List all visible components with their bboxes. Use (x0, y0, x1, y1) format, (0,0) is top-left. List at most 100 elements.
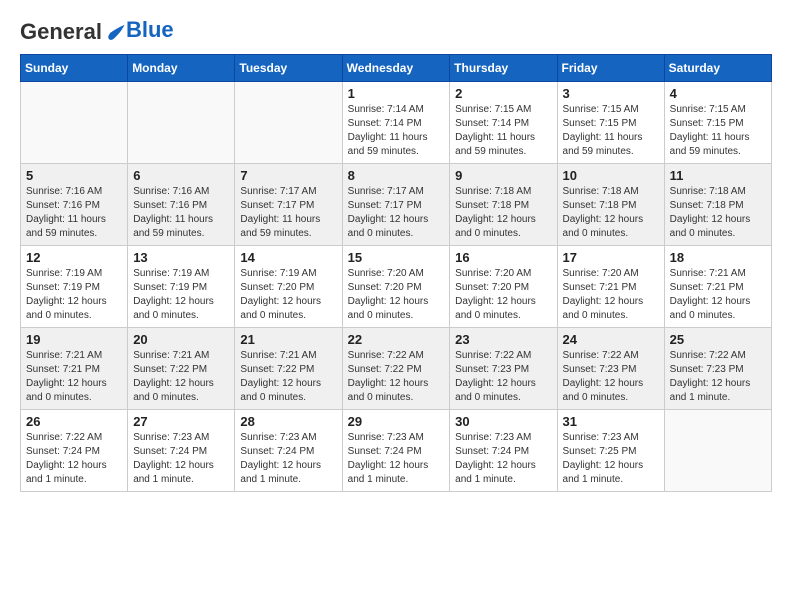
day-info: Sunrise: 7:22 AM Sunset: 7:23 PM Dayligh… (455, 349, 551, 405)
day-info: Sunrise: 7:23 AM Sunset: 7:25 PM Dayligh… (563, 431, 659, 487)
calendar-cell: 29 Sunrise: 7:23 AM Sunset: 7:24 PM Dayli… (342, 410, 450, 492)
calendar-cell (128, 82, 235, 164)
day-info: Sunrise: 7:18 AM Sunset: 7:18 PM Dayligh… (670, 185, 766, 241)
day-number: 16 (455, 250, 551, 265)
header-wednesday: Wednesday (342, 55, 450, 82)
day-info: Sunrise: 7:17 AM Sunset: 7:17 PM Dayligh… (348, 185, 445, 241)
header-thursday: Thursday (450, 55, 557, 82)
day-number: 7 (240, 168, 336, 183)
day-number: 18 (670, 250, 766, 265)
calendar-cell: 17Sunrise: 7:20 AM Sunset: 7:21 PM Dayli… (557, 246, 664, 328)
day-info: Sunrise: 7:16 AM Sunset: 7:16 PM Dayligh… (133, 185, 229, 241)
day-number: 11 (670, 168, 766, 183)
day-number: 15 (348, 250, 445, 265)
day-number: 6 (133, 168, 229, 183)
calendar-cell: 14 Sunrise: 7:19 AM Sunset: 7:20 PM Dayli… (235, 246, 342, 328)
day-info: Sunrise: 7:21 AM Sunset: 7:21 PM Dayligh… (670, 267, 766, 323)
calendar-cell: 1Sunrise: 7:14 AM Sunset: 7:14 PM Daylig… (342, 82, 450, 164)
day-info: Sunrise: 7:21 AM Sunset: 7:22 PM Dayligh… (240, 349, 336, 405)
day-info: Sunrise: 7:17 AM Sunset: 7:17 PM Dayligh… (240, 185, 336, 241)
day-info: Sunrise: 7:16 AM Sunset: 7:16 PM Dayligh… (26, 185, 122, 241)
day-number: 21 (240, 332, 336, 347)
day-number: 9 (455, 168, 551, 183)
calendar-cell: 23Sunrise: 7:22 AM Sunset: 7:23 PM Dayli… (450, 328, 557, 410)
day-number: 20 (133, 332, 229, 347)
calendar-cell: 16 Sunrise: 7:20 AM Sunset: 7:20 PM Dayli… (450, 246, 557, 328)
day-info: Sunrise: 7:23 AM Sunset: 7:24 PM Dayligh… (133, 431, 229, 487)
day-number: 10 (563, 168, 659, 183)
calendar-cell (664, 410, 771, 492)
logo-general: General (20, 19, 102, 44)
day-number: 13 (133, 250, 229, 265)
day-info: Sunrise: 7:19 AM Sunset: 7:20 PM Dayligh… (240, 267, 336, 323)
day-number: 25 (670, 332, 766, 347)
day-info: Sunrise: 7:23 AM Sunset: 7:24 PM Dayligh… (455, 431, 551, 487)
calendar-cell: 27 Sunrise: 7:23 AM Sunset: 7:24 PM Dayli… (128, 410, 235, 492)
calendar-cell: 19 Sunrise: 7:21 AM Sunset: 7:21 PM Dayli… (21, 328, 128, 410)
day-info: Sunrise: 7:21 AM Sunset: 7:21 PM Dayligh… (26, 349, 122, 405)
day-number: 19 (26, 332, 122, 347)
day-info: Sunrise: 7:23 AM Sunset: 7:24 PM Dayligh… (348, 431, 445, 487)
calendar-week-row: 12 Sunrise: 7:19 AM Sunset: 7:19 PM Dayli… (21, 246, 772, 328)
calendar-cell: 24 Sunrise: 7:22 AM Sunset: 7:23 PM Dayli… (557, 328, 664, 410)
day-number: 5 (26, 168, 122, 183)
calendar-cell: 11 Sunrise: 7:18 AM Sunset: 7:18 PM Dayli… (664, 164, 771, 246)
calendar-cell: 12 Sunrise: 7:19 AM Sunset: 7:19 PM Dayli… (21, 246, 128, 328)
day-number: 29 (348, 414, 445, 429)
day-info: Sunrise: 7:22 AM Sunset: 7:24 PM Dayligh… (26, 431, 122, 487)
day-number: 14 (240, 250, 336, 265)
day-number: 4 (670, 86, 766, 101)
calendar-cell: 26Sunrise: 7:22 AM Sunset: 7:24 PM Dayli… (21, 410, 128, 492)
day-info: Sunrise: 7:21 AM Sunset: 7:22 PM Dayligh… (133, 349, 229, 405)
calendar-cell: 2Sunrise: 7:15 AM Sunset: 7:14 PM Daylig… (450, 82, 557, 164)
day-info: Sunrise: 7:22 AM Sunset: 7:23 PM Dayligh… (563, 349, 659, 405)
day-info: Sunrise: 7:18 AM Sunset: 7:18 PM Dayligh… (455, 185, 551, 241)
calendar-cell (21, 82, 128, 164)
day-number: 30 (455, 414, 551, 429)
calendar-cell: 7 Sunrise: 7:17 AM Sunset: 7:17 PM Daylig… (235, 164, 342, 246)
header-sunday: Sunday (21, 55, 128, 82)
calendar-table: SundayMondayTuesdayWednesdayThursdayFrid… (20, 54, 772, 492)
day-info: Sunrise: 7:18 AM Sunset: 7:18 PM Dayligh… (563, 185, 659, 241)
calendar-cell: 18 Sunrise: 7:21 AM Sunset: 7:21 PM Dayli… (664, 246, 771, 328)
logo: General Blue (20, 20, 174, 44)
calendar-cell: 9 Sunrise: 7:18 AM Sunset: 7:18 PM Daylig… (450, 164, 557, 246)
day-info: Sunrise: 7:19 AM Sunset: 7:19 PM Dayligh… (26, 267, 122, 323)
calendar-week-row: 19 Sunrise: 7:21 AM Sunset: 7:21 PM Dayli… (21, 328, 772, 410)
calendar-cell: 3Sunrise: 7:15 AM Sunset: 7:15 PM Daylig… (557, 82, 664, 164)
day-number: 31 (563, 414, 659, 429)
day-info: Sunrise: 7:20 AM Sunset: 7:20 PM Dayligh… (348, 267, 445, 323)
day-number: 22 (348, 332, 445, 347)
day-number: 24 (563, 332, 659, 347)
day-number: 2 (455, 86, 551, 101)
calendar-week-row: 5 Sunrise: 7:16 AM Sunset: 7:16 PM Daylig… (21, 164, 772, 246)
logo-bird-icon (104, 22, 126, 44)
calendar-cell: 10 Sunrise: 7:18 AM Sunset: 7:18 PM Dayli… (557, 164, 664, 246)
page-header: General Blue (20, 20, 772, 44)
calendar-cell: 6 Sunrise: 7:16 AM Sunset: 7:16 PM Daylig… (128, 164, 235, 246)
calendar-cell: 31 Sunrise: 7:23 AM Sunset: 7:25 PM Dayli… (557, 410, 664, 492)
calendar-cell: 15 Sunrise: 7:20 AM Sunset: 7:20 PM Dayli… (342, 246, 450, 328)
day-number: 28 (240, 414, 336, 429)
calendar-cell: 8Sunrise: 7:17 AM Sunset: 7:17 PM Daylig… (342, 164, 450, 246)
calendar-cell: 28 Sunrise: 7:23 AM Sunset: 7:24 PM Dayli… (235, 410, 342, 492)
calendar-cell: 22Sunrise: 7:22 AM Sunset: 7:22 PM Dayli… (342, 328, 450, 410)
day-info: Sunrise: 7:20 AM Sunset: 7:20 PM Dayligh… (455, 267, 551, 323)
header-saturday: Saturday (664, 55, 771, 82)
day-number: 27 (133, 414, 229, 429)
calendar-cell: 21 Sunrise: 7:21 AM Sunset: 7:22 PM Dayli… (235, 328, 342, 410)
header-monday: Monday (128, 55, 235, 82)
day-number: 3 (563, 86, 659, 101)
calendar-cell: 20 Sunrise: 7:21 AM Sunset: 7:22 PM Dayli… (128, 328, 235, 410)
day-info: Sunrise: 7:22 AM Sunset: 7:23 PM Dayligh… (670, 349, 766, 405)
calendar-cell: 30 Sunrise: 7:23 AM Sunset: 7:24 PM Dayli… (450, 410, 557, 492)
day-info: Sunrise: 7:23 AM Sunset: 7:24 PM Dayligh… (240, 431, 336, 487)
day-info: Sunrise: 7:15 AM Sunset: 7:15 PM Dayligh… (670, 103, 766, 159)
header-tuesday: Tuesday (235, 55, 342, 82)
header-friday: Friday (557, 55, 664, 82)
day-number: 12 (26, 250, 122, 265)
day-number: 17 (563, 250, 659, 265)
calendar-header-row: SundayMondayTuesdayWednesdayThursdayFrid… (21, 55, 772, 82)
calendar-cell: 13 Sunrise: 7:19 AM Sunset: 7:19 PM Dayli… (128, 246, 235, 328)
day-info: Sunrise: 7:19 AM Sunset: 7:19 PM Dayligh… (133, 267, 229, 323)
